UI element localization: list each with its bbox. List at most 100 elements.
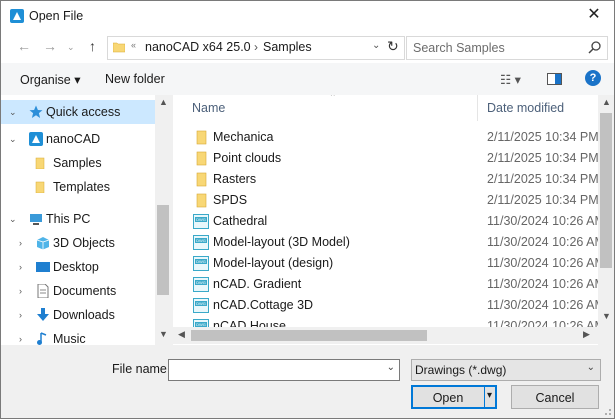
breadcrumb-nanocad[interactable]: nanoCAD x64 25.0 (145, 40, 251, 54)
navigation-bar: ← → ⌄ ↑ « nanoCAD x64 25.0 › Samples ⌄ ↻… (1, 31, 614, 63)
nanocad-app-icon (10, 9, 24, 23)
file-name: Model-layout (design) (213, 256, 334, 270)
vertical-scrollbar[interactable]: ▲ ▼ (598, 95, 614, 345)
column-header-name[interactable]: Name (192, 101, 225, 115)
scrollbar-thumb[interactable] (600, 113, 612, 268)
document-icon (37, 284, 49, 298)
desktop-icon (36, 262, 50, 272)
scroll-down-icon[interactable]: ▼ (159, 329, 168, 339)
navigation-scrollbar[interactable]: ▲ ▼ (155, 95, 171, 345)
new-folder-button[interactable]: New folder (105, 72, 165, 86)
file-row[interactable]: DWG Model-layout (3D Model) 11/30/2024 1… (173, 232, 605, 253)
scroll-left-icon[interactable]: ◀ (178, 329, 185, 340)
sidebar-item-label: Downloads (53, 308, 115, 322)
open-button[interactable]: Open ▾ (411, 385, 497, 409)
sidebar-item-documents[interactable]: › Documents (1, 279, 155, 303)
scroll-right-icon[interactable]: ▶ (583, 329, 590, 340)
open-options-arrow-icon[interactable]: ▾ (487, 390, 492, 401)
expand-chevron-icon[interactable]: › (19, 279, 22, 303)
address-bar[interactable]: « nanoCAD x64 25.0 › Samples ⌄ ↻ (107, 36, 405, 60)
file-name: nCAD.Cottage 3D (213, 298, 314, 312)
dwg-file-icon: DWG (193, 256, 209, 271)
file-row[interactable]: Point clouds 2/11/2025 10:34 PM (173, 148, 599, 169)
folder-icon (196, 130, 207, 145)
expand-chevron-icon[interactable]: ⌄ (9, 207, 17, 231)
close-button[interactable]: ✕ (582, 5, 606, 25)
file-date: 11/30/2024 10:26 AM (487, 235, 605, 249)
expand-chevron-icon[interactable]: ⌄ (9, 100, 17, 124)
command-toolbar: Organise ▾ New folder ☷ ▾ ? (1, 63, 614, 95)
file-name: nCAD. Gradient (213, 277, 302, 291)
sidebar-item-samples[interactable]: Samples (1, 151, 155, 175)
sidebar-item-quick-access[interactable]: ⌄ Quick access (1, 100, 155, 124)
open-button-label: Open (432, 391, 464, 405)
cancel-button-label: Cancel (535, 391, 575, 405)
file-row[interactable]: SPDS 2/11/2025 10:34 PM (173, 190, 599, 211)
chevron-down-icon[interactable]: ⌄ (387, 362, 395, 373)
breadcrumb-samples[interactable]: Samples (263, 40, 312, 54)
sidebar-item-label: This PC (46, 212, 91, 226)
search-input[interactable]: Search Samples (413, 41, 505, 55)
file-date: 2/11/2025 10:34 PM (487, 151, 599, 165)
scroll-up-icon[interactable]: ▲ (602, 97, 611, 107)
expand-chevron-icon[interactable]: ⌄ (9, 127, 17, 151)
sort-arrow-icon: ⌃ (329, 95, 337, 102)
sidebar-item-this-pc[interactable]: ⌄ This PC (1, 207, 155, 231)
file-type-value: Drawings (*.dwg) (415, 363, 507, 377)
up-folder-button[interactable]: ↑ (89, 38, 96, 54)
scrollbar-thumb[interactable] (157, 205, 169, 295)
sidebar-item-label: Samples (53, 156, 102, 170)
forward-button[interactable]: → (43, 38, 57, 54)
cancel-button[interactable]: Cancel (511, 385, 599, 409)
sidebar-item-nanocad[interactable]: ⌄ nanoCAD (1, 127, 155, 151)
breadcrumb-overflow-icon[interactable]: « (131, 40, 136, 50)
folder-icon (196, 172, 207, 187)
sidebar-item-templates[interactable]: Templates (1, 175, 155, 199)
refresh-icon[interactable]: ↻ (387, 38, 399, 55)
back-button[interactable]: ← (17, 38, 31, 54)
file-row[interactable]: Mechanica 2/11/2025 10:34 PM (173, 127, 599, 148)
search-icon (588, 41, 601, 54)
file-date: 11/30/2024 10:26 AM (487, 256, 605, 270)
close-icon: ✕ (587, 6, 601, 23)
window-title: Open File (29, 9, 84, 23)
sidebar-item-downloads[interactable]: › Downloads (1, 303, 155, 327)
column-divider[interactable] (477, 95, 478, 121)
recent-locations-chevron-icon[interactable]: ⌄ (67, 42, 75, 53)
file-date: 2/11/2025 10:34 PM (487, 193, 599, 207)
search-box[interactable]: Search Samples (406, 36, 608, 60)
resize-grip-icon[interactable] (602, 406, 612, 416)
horizontal-scrollbar[interactable]: ◀ ▶ (173, 327, 598, 344)
file-row[interactable]: DWG Model-layout (design) 11/30/2024 10:… (173, 253, 605, 274)
file-row[interactable]: DWG nCAD.Cottage 3D 11/30/2024 10:26 AM (173, 295, 605, 316)
sidebar-item-label: Desktop (53, 260, 99, 274)
breadcrumb-separator-icon[interactable]: › (254, 40, 258, 54)
expand-chevron-icon[interactable]: › (19, 231, 22, 255)
file-date: 2/11/2025 10:34 PM (487, 172, 599, 186)
help-icon[interactable]: ? (585, 70, 601, 86)
file-name: Mechanica (213, 130, 274, 144)
column-header-date-modified[interactable]: Date modified (487, 101, 564, 115)
scroll-up-icon[interactable]: ▲ (159, 97, 168, 107)
file-row[interactable]: DWG Cathedral 11/30/2024 10:26 AM (173, 211, 605, 232)
music-icon (37, 332, 47, 345)
dwg-label: DWG (196, 280, 206, 285)
file-name: Rasters (213, 172, 257, 186)
sidebar-item-desktop[interactable]: › Desktop (1, 255, 155, 279)
expand-chevron-icon[interactable]: › (19, 255, 22, 279)
expand-chevron-icon[interactable]: › (19, 303, 22, 327)
sidebar-item-3d-objects[interactable]: › 3D Objects (1, 231, 155, 255)
chevron-down-icon[interactable]: ⌄ (587, 362, 595, 373)
address-dropdown-icon[interactable]: ⌄ (372, 40, 380, 51)
organise-button[interactable]: Organise ▾ (20, 72, 80, 87)
file-row[interactable]: Rasters 2/11/2025 10:34 PM (173, 169, 599, 190)
scrollbar-thumb[interactable] (191, 330, 427, 341)
file-type-select[interactable]: Drawings (*.dwg) ⌄ (411, 359, 601, 381)
preview-pane-icon[interactable] (547, 73, 562, 85)
folder-icon (35, 157, 45, 169)
view-options-icon[interactable]: ☷ ▾ (500, 72, 521, 87)
file-name-input[interactable]: ⌄ (168, 359, 400, 381)
dialog-footer: File name: ⌄ Drawings (*.dwg) ⌄ Open ▾ C… (1, 345, 614, 418)
scroll-down-icon[interactable]: ▼ (602, 311, 611, 321)
file-row[interactable]: DWG nCAD. Gradient 11/30/2024 10:26 AM (173, 274, 605, 295)
